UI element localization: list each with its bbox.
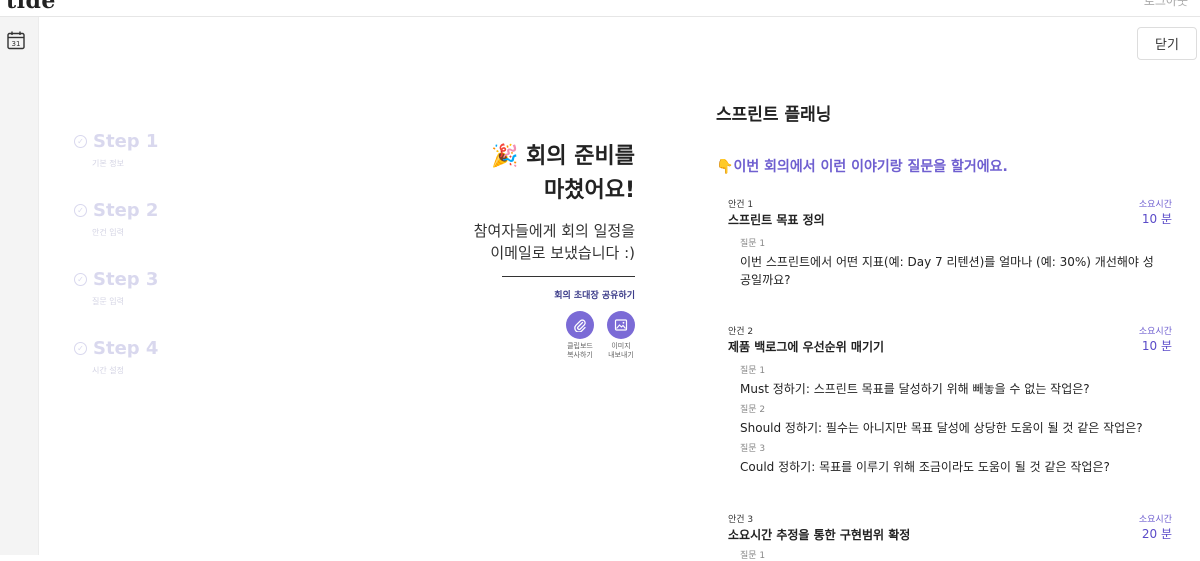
step-2[interactable]: ✓ Step 2 안건 입력 (74, 200, 158, 238)
step-title: Step 1 (93, 131, 159, 152)
agenda-item: 안건 1 스프린트 목표 정의 소요시간 10 분 (728, 197, 1172, 228)
agenda-title: 제품 백로그에 우선순위 매기기 (728, 340, 885, 354)
agenda-headline-text: 이번 회의에서 이런 이야기랑 질문을 할거에요. (733, 159, 1008, 175)
duration-label: 소요시간 (1138, 200, 1172, 210)
question-text: Could 정하기: 목표를 이루기 위해 조금이라도 도움이 될 것 같은 작… (740, 460, 1110, 474)
step-1[interactable]: ✓ Step 1 기본 정보 (74, 131, 158, 169)
copy-clipboard-label-line1: 클립보드 (567, 342, 593, 350)
check-circle-icon: ✓ (74, 135, 87, 148)
step-title: Step 2 (93, 200, 159, 221)
question-text: Should 정하기: 필수는 아니지만 목표 달성에 상당한 도움이 될 것 … (740, 421, 1143, 435)
export-image-label-line2: 내보내기 (608, 351, 634, 359)
check-circle-icon: ✓ (74, 342, 87, 355)
agenda-title: 소요시간 추정을 통한 구현범위 확정 (728, 528, 911, 542)
step-title: Step 4 (93, 338, 159, 359)
copy-clipboard-label: 클립보드 복사하기 (560, 342, 600, 360)
divider (502, 276, 635, 277)
question-label: 질문 1 (740, 239, 766, 249)
question-text: 이번 스프린트에서 어떤 지표(예: Day 7 리텐션)를 얼마나 (예: 3… (740, 255, 1154, 287)
meeting-title: 스프린트 플래닝 (716, 105, 832, 125)
question-item: 질문 1 이번 스프린트에서 어떤 지표(예: Day 7 리텐션)를 얼마나 … (740, 236, 1160, 289)
party-popper-icon: 🎉 (491, 144, 519, 169)
step-subtitle: 질문 입력 (92, 297, 124, 306)
agenda-headline: 👇이번 회의에서 이런 이야기랑 질문을 할거에요. (716, 156, 1008, 176)
completion-title-line1: 회의 준비를 (526, 144, 635, 169)
pointing-down-icon: 👇 (716, 159, 734, 175)
step-3[interactable]: ✓ Step 3 질문 입력 (74, 269, 158, 307)
check-circle-icon: ✓ (74, 204, 87, 217)
share-invitation-label: 회의 초대장 공유하기 (554, 291, 635, 301)
export-image-circle[interactable] (607, 311, 635, 339)
export-image-button[interactable]: 이미지 내보내기 (601, 311, 641, 360)
step-title: Step 3 (93, 269, 159, 290)
question-label: 질문 3 (740, 444, 766, 454)
duration-value: 10 분 (1141, 212, 1172, 226)
completion-message-line2: 이메일로 보냈습니다 :) (490, 244, 635, 262)
image-icon (614, 319, 628, 331)
check-circle-icon: ✓ (74, 273, 87, 286)
close-button[interactable]: 닫기 (1137, 27, 1197, 60)
agenda-label: 안건 2 (728, 327, 754, 337)
question-item: 질문 1 Must 정하기: 스프린트 목표를 달성하기 위해 빼놓을 수 없는… (740, 363, 1160, 398)
question-label: 질문 2 (740, 405, 766, 415)
step-4[interactable]: ✓ Step 4 시간 설정 (74, 338, 158, 376)
duration-value: 10 분 (1141, 339, 1172, 353)
agenda-label: 안건 3 (728, 515, 754, 525)
paperclip-icon (574, 319, 586, 332)
svg-text:31: 31 (12, 40, 21, 48)
question-item: 질문 2 Should 정하기: 필수는 아니지만 목표 달성에 상당한 도움이… (740, 402, 1160, 437)
copy-clipboard-circle[interactable] (566, 311, 594, 339)
question-item: 질문 3 Could 정하기: 목표를 이루기 위해 조금이라도 도움이 될 것… (740, 441, 1160, 476)
step-subtitle: 안건 입력 (92, 228, 124, 237)
question-text: Must 정하기: 스프린트 목표를 달성하기 위해 빼놓을 수 없는 작업은? (740, 382, 1090, 396)
logout-link[interactable]: 로그아웃 (1144, 0, 1188, 9)
completion-message-line1: 참여자들에게 회의 일정을 (473, 222, 635, 240)
agenda-item: 안건 3 소요시간 추정을 통한 구현범위 확정 소요시간 20 분 (728, 512, 1172, 543)
export-image-label-line1: 이미지 (611, 342, 631, 350)
completion-title: 🎉 회의 준비를 마쳤어요! (375, 140, 635, 208)
copy-clipboard-label-line2: 복사하기 (567, 351, 593, 359)
agenda-duration: 소요시간 20 분 (1139, 512, 1172, 542)
agenda-label: 안건 1 (728, 200, 754, 210)
completion-message: 참여자들에게 회의 일정을 이메일로 보냈습니다 :) (375, 220, 635, 264)
app-logo[interactable]: tide (6, 0, 56, 14)
question-label: 질문 1 (740, 366, 766, 376)
agenda-title: 스프린트 목표 정의 (728, 213, 825, 227)
step-subtitle: 기본 정보 (92, 159, 124, 168)
export-image-label: 이미지 내보내기 (601, 342, 641, 360)
sidebar: 31 (0, 17, 39, 555)
completion-title-line2: 마쳤어요! (544, 178, 635, 203)
duration-label: 소요시간 (1138, 515, 1172, 525)
copy-clipboard-button[interactable]: 클립보드 복사하기 (560, 311, 600, 360)
step-subtitle: 시간 설정 (92, 366, 124, 375)
agenda-duration: 소요시간 10 분 (1139, 324, 1172, 354)
agenda-item: 안건 2 제품 백로그에 우선순위 매기기 소요시간 10 분 (728, 324, 1172, 355)
agenda-duration: 소요시간 10 분 (1139, 197, 1172, 227)
calendar-icon[interactable]: 31 (6, 30, 26, 50)
duration-value: 20 분 (1141, 527, 1172, 541)
duration-label: 소요시간 (1138, 327, 1172, 337)
top-bar: tide 로그아웃 (0, 0, 1200, 17)
